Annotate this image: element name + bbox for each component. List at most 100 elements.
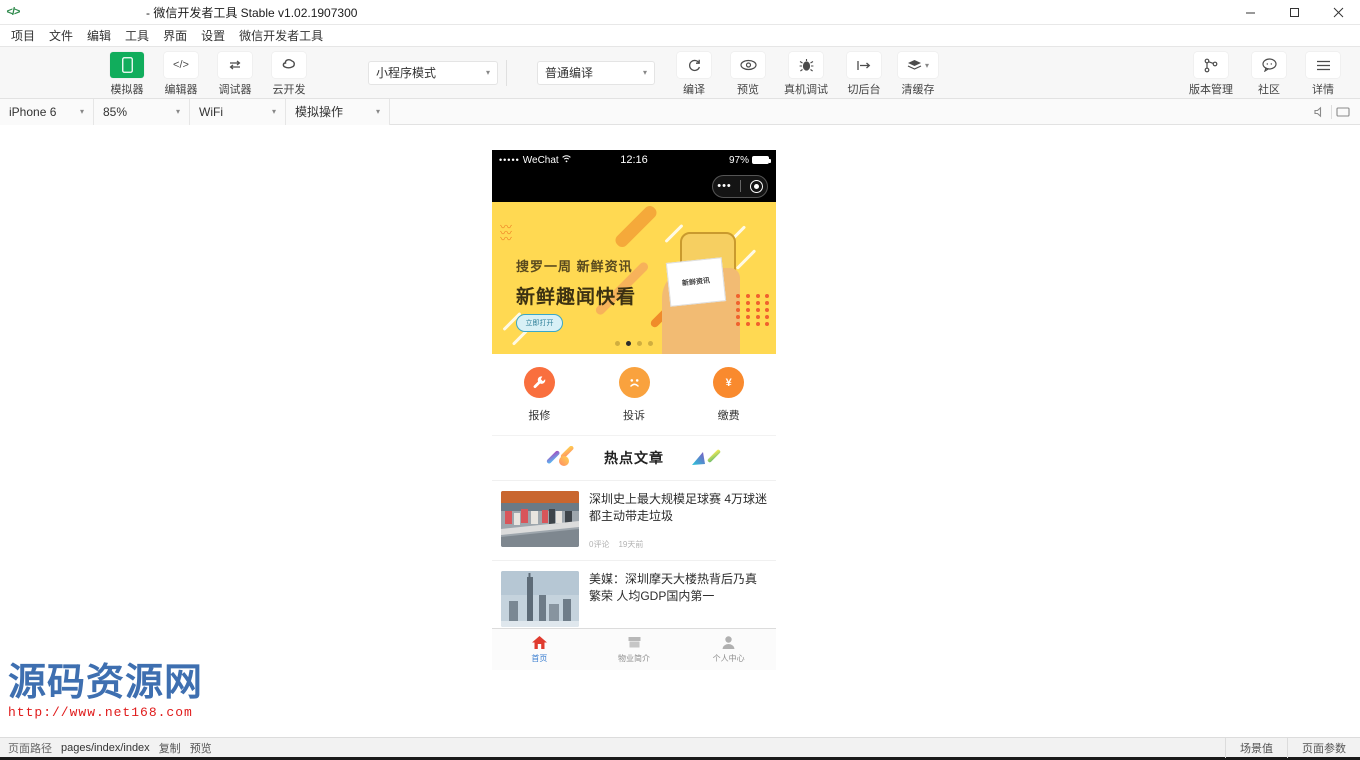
page-path-group: 页面路径 pages/index/index 复制 预览 (0, 740, 212, 756)
banner-subtitle: 搜罗一周 新鲜资讯 (516, 259, 633, 274)
hamburger-icon (1306, 52, 1340, 78)
page-params-tab[interactable]: 页面参数 (1287, 737, 1360, 758)
more-dots-icon[interactable]: ••• (717, 180, 732, 192)
toolbar-clearcache-label: 清缓存 (901, 84, 935, 96)
wave-decoration-icon: 〰〰〰 (500, 220, 513, 246)
menu-item-interface[interactable]: 界面 (156, 24, 194, 47)
chevron-down-icon: ▾ (642, 68, 647, 77)
target-circle-icon[interactable] (749, 179, 763, 193)
device-toolbar: iPhone 6 ▾ 85% ▾ WiFi ▾ 模拟操作 ▾ (0, 98, 1360, 125)
menu-item-edit[interactable]: 编辑 (80, 24, 118, 47)
toolbar-clearcache-button[interactable]: ▾ 清缓存 (891, 52, 945, 97)
site-watermark: 源码资源网 http://www.net168.com (8, 662, 203, 720)
toolbar-preview-button[interactable]: 预览 (721, 52, 775, 97)
tab-home-label: 首页 (531, 654, 548, 663)
banner-pagination-dots[interactable] (615, 341, 653, 346)
toolbar-community-button[interactable]: 社区 (1242, 52, 1296, 97)
toolbar-realdevice-button[interactable]: 真机调试 (775, 52, 837, 97)
article-thumbnail (501, 571, 579, 627)
tab-home[interactable]: 首页 (492, 635, 587, 664)
bug-icon (789, 52, 823, 78)
window-titlebar: </> - 微信开发者工具 Stable v1.02.1907300 (0, 0, 1360, 25)
menu-item-tools[interactable]: 工具 (118, 24, 156, 47)
tab-property[interactable]: 物业简介 (587, 635, 682, 664)
menu-item-settings[interactable]: 设置 (194, 24, 232, 47)
phone-simulator[interactable]: ••••• WeChat 12:16 97% ••• 〰 〰 〰 新鲜资讯 搜罗… (492, 150, 776, 670)
toolbar-preview-label: 预览 (737, 84, 759, 96)
close-button[interactable] (1316, 0, 1360, 25)
quick-action-complaint[interactable]: 投诉 (587, 367, 682, 423)
quick-action-payment-label: 缴费 (717, 410, 740, 422)
article-list-item[interactable]: 深圳史上最大规模足球赛 4万球迷都主动带走垃圾 0评论 19天前 (492, 480, 776, 560)
maximize-button[interactable] (1272, 0, 1316, 25)
compile-select[interactable]: 普通编译 ▾ (537, 60, 655, 85)
toolbar-background-button[interactable]: 切后台 (837, 52, 891, 97)
status-time: 12:16 (620, 154, 648, 166)
copy-path-button[interactable]: 复制 (159, 740, 181, 756)
mode-select-value: 小程序模式 (376, 66, 437, 80)
banner-dot-0[interactable] (615, 341, 620, 346)
debug-arrows-icon (218, 52, 252, 78)
toolbar-details-button[interactable]: 详情 (1296, 52, 1350, 97)
banner-open-button[interactable]: 立即打开 (516, 314, 563, 332)
chevron-down-icon: ▾ (271, 107, 276, 116)
device-toolbar-right (1309, 102, 1354, 122)
mute-icon[interactable] (1309, 102, 1331, 122)
preview-path-button[interactable]: 预览 (190, 740, 212, 756)
toolbar-compile-button[interactable]: 编译 (667, 52, 721, 97)
article-comment-count: 0评论 (589, 540, 610, 549)
menu-item-devtools[interactable]: 微信开发者工具 (232, 24, 330, 47)
toolbar-cloud-button[interactable]: 云开发 (262, 52, 316, 97)
wifi-icon (561, 154, 571, 166)
menu-item-project[interactable]: 项目 (4, 24, 42, 47)
toolbar-editor-button[interactable]: </> 编辑器 (154, 52, 208, 97)
status-left: ••••• WeChat (499, 155, 571, 166)
hero-banner[interactable]: 〰〰〰 新鲜资讯 搜罗一周 新鲜资讯 新鲜趣闻快看 立即打开 (492, 202, 776, 354)
banner-dot-2[interactable] (637, 341, 642, 346)
zoom-select[interactable]: 85% ▾ (94, 98, 190, 125)
article-title: 美媒：深圳摩天大楼热背后乃真繁荣 人均GDP国内第一 (589, 572, 758, 603)
miniprogram-tabbar: 首页 物业简介 个人中心 (492, 628, 776, 670)
hot-articles-header: 热点文章 (492, 435, 776, 480)
toolbar-community-label: 社区 (1258, 84, 1280, 96)
carrier-label: WeChat (522, 154, 559, 166)
device-select[interactable]: iPhone 6 ▾ (0, 98, 94, 125)
wechat-capsule[interactable]: ••• (712, 174, 768, 198)
screencast-icon[interactable] (1332, 102, 1354, 122)
toolbar-cloud-label: 云开发 (272, 84, 306, 96)
signal-dots-icon: ••••• (499, 155, 520, 165)
menu-item-file[interactable]: 文件 (42, 24, 80, 47)
compile-select-value: 普通编译 (545, 66, 594, 80)
network-select-value: WiFi (199, 104, 223, 119)
simulator-stage: ••••• WeChat 12:16 97% ••• 〰 〰 〰 新鲜资讯 搜罗… (0, 125, 1360, 737)
gradient-brush-icon (544, 445, 578, 470)
menubar: 项目 文件 编辑 工具 界面 设置 微信开发者工具 (0, 25, 1360, 47)
banner-dot-1[interactable] (626, 341, 631, 346)
toolbar-debugger-button[interactable]: 调试器 (208, 52, 262, 97)
building-icon (628, 637, 640, 648)
battery-percent: 97% (728, 154, 749, 166)
status-right: 97% (728, 154, 771, 166)
eye-icon (731, 52, 765, 78)
quick-action-repair[interactable]: 报修 (492, 367, 587, 423)
tab-property-label: 物业简介 (618, 654, 650, 663)
status-bottombar: 页面路径 pages/index/index 复制 预览 场景值 页面参数 (0, 737, 1360, 758)
toolbar-version-button[interactable]: 版本管理 (1180, 52, 1242, 97)
toolbar-divider-1 (506, 59, 507, 86)
quick-action-payment[interactable]: ¥ 缴费 (681, 367, 776, 423)
git-branch-icon (1194, 52, 1228, 78)
simulate-action-select[interactable]: 模拟操作 ▾ (286, 98, 390, 125)
quick-action-complaint-label: 投诉 (623, 410, 645, 422)
article-list-item[interactable]: 美媒：深圳摩天大楼热背后乃真繁荣 人均GDP国内第一 (492, 560, 776, 637)
mode-select[interactable]: 小程序模式 ▾ (368, 60, 498, 85)
toolbar-editor-label: 编辑器 (164, 84, 198, 96)
toolbar-simulator-button[interactable]: 模拟器 (100, 52, 154, 97)
network-select[interactable]: WiFi ▾ (190, 98, 286, 125)
tab-profile[interactable]: 个人中心 (681, 635, 776, 664)
toolbar-debugger-label: 调试器 (218, 84, 252, 96)
scene-value-tab[interactable]: 场景值 (1225, 737, 1287, 758)
sad-face-icon (618, 367, 650, 398)
toolbar-center-group: 编译 预览 真机调试 切后台 ▾ 清缓存 (667, 47, 945, 98)
minimize-button[interactable] (1228, 0, 1272, 25)
banner-dot-3[interactable] (648, 341, 653, 346)
